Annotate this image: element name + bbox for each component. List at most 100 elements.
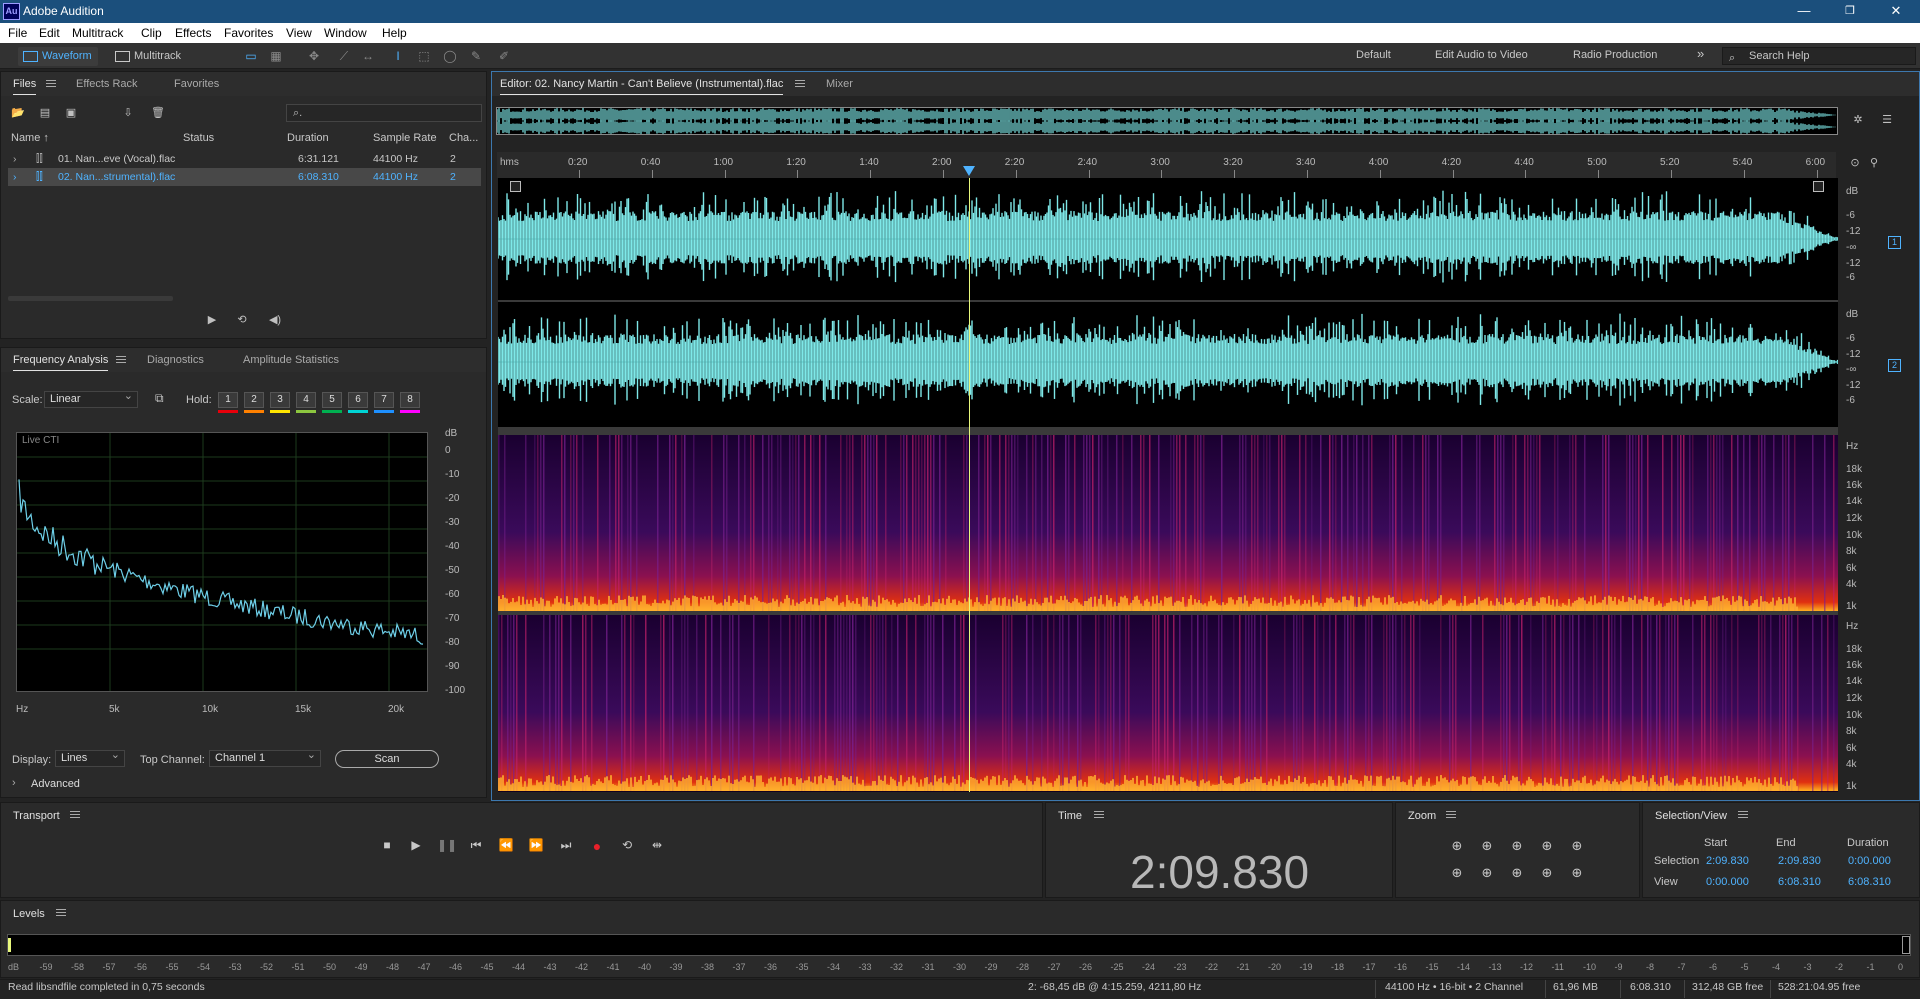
files-scrollbar[interactable] xyxy=(8,296,173,301)
more-workspaces-button[interactable]: » xyxy=(1697,46,1704,61)
spectral-bass xyxy=(706,599,708,611)
move-tool-icon[interactable]: ✥ xyxy=(306,49,322,63)
close-button[interactable]: ✕ xyxy=(1873,0,1919,23)
play-preview-icon[interactable]: ▶ xyxy=(205,314,219,326)
lasso-tool-icon[interactable]: ◯ xyxy=(442,49,458,63)
panel-menu-icon[interactable] xyxy=(46,80,56,87)
spectral-bass xyxy=(926,777,928,791)
hud-icon[interactable] xyxy=(1813,181,1824,192)
slip-tool-icon[interactable]: ↔ xyxy=(360,49,376,63)
display-dropdown[interactable]: Lines xyxy=(55,748,125,767)
menu-file[interactable]: File xyxy=(8,26,27,40)
panel-menu-icon[interactable] xyxy=(116,356,126,363)
spectral-bass xyxy=(862,596,864,611)
tab-editor[interactable]: Editor: 02. Nancy Martin - Can't Believe… xyxy=(500,78,784,95)
restore-button[interactable]: ❐ xyxy=(1827,0,1873,23)
menu-effects[interactable]: Effects xyxy=(175,26,211,40)
spectral-bass xyxy=(622,599,624,611)
minimize-button[interactable]: — xyxy=(1781,0,1827,23)
spectral-stripe xyxy=(696,615,698,791)
menu-multitrack[interactable]: Multitrack xyxy=(72,26,123,40)
delete-file-icon[interactable]: 🗑 xyxy=(151,107,165,119)
import-file-icon[interactable]: ▤ xyxy=(38,107,52,119)
waveform-view-icon[interactable]: ▭ xyxy=(243,49,259,63)
menu-clip[interactable]: Clip xyxy=(141,26,162,40)
tab-files[interactable]: Files xyxy=(13,78,37,95)
col-channels[interactable]: Cha... xyxy=(449,132,478,144)
menu-help[interactable]: Help xyxy=(382,26,407,40)
channel-2-badge[interactable]: 2 xyxy=(1888,359,1901,372)
snap-marker-icon[interactable]: ⚲ xyxy=(1867,157,1881,169)
advanced-chevron-icon[interactable]: › xyxy=(12,777,16,789)
autoplay-icon[interactable]: ◀) xyxy=(265,314,285,326)
search-help-input[interactable]: ⌕ Search Help xyxy=(1722,47,1916,65)
col-name[interactable]: Name ↑ xyxy=(11,132,49,144)
workspace-edit-audio-video[interactable]: Edit Audio to Video xyxy=(1435,49,1528,61)
scale-dropdown[interactable]: Linear xyxy=(44,389,138,408)
insert-into-multitrack-icon[interactable]: ⇩ xyxy=(121,107,135,119)
hold-button-5[interactable]: 5 xyxy=(322,392,342,408)
workspace-radio-production[interactable]: Radio Production xyxy=(1573,49,1657,61)
menu-window[interactable]: Window xyxy=(324,26,367,40)
spot-healing-tool-icon[interactable]: ✐ xyxy=(496,49,512,63)
db-scale-label: -∞ xyxy=(1846,364,1857,375)
top-channel-dropdown[interactable]: Channel 1 xyxy=(209,748,321,767)
file-row[interactable]: › ⫿⫿ 02. Nan...strumental).flac 6:08.310… xyxy=(8,168,481,186)
spectral-bass xyxy=(890,604,892,611)
advanced-toggle[interactable]: Advanced xyxy=(31,778,80,790)
tab-amplitude-statistics[interactable]: Amplitude Statistics xyxy=(243,354,339,366)
waveform-overview[interactable] xyxy=(496,107,1838,135)
open-file-icon[interactable]: 📂 xyxy=(11,107,25,119)
col-status[interactable]: Status xyxy=(183,132,214,144)
tab-frequency-analysis[interactable]: Frequency Analysis xyxy=(13,354,109,371)
hold-button-3[interactable]: 3 xyxy=(270,392,290,408)
spectral-display[interactable] xyxy=(498,435,1838,792)
hud-icon[interactable] xyxy=(510,181,521,192)
brush-tool-icon[interactable]: ✎ xyxy=(468,49,484,63)
expand-chevron-icon[interactable]: › xyxy=(13,153,17,165)
hold-button-1[interactable]: 1 xyxy=(218,392,238,408)
view-splitter[interactable] xyxy=(498,427,1838,435)
waveform-mode-button[interactable]: Waveform xyxy=(18,47,98,66)
tab-favorites[interactable]: Favorites xyxy=(174,78,219,90)
hold-button-2[interactable]: 2 xyxy=(244,392,264,408)
spectral-view-icon[interactable]: ▦ xyxy=(268,49,284,63)
col-duration[interactable]: Duration xyxy=(287,132,329,144)
zoom-navigator-icon[interactable]: ✲ xyxy=(1851,114,1865,126)
menu-edit[interactable]: Edit xyxy=(39,26,60,40)
workspace-default[interactable]: Default xyxy=(1356,49,1391,61)
scan-button[interactable]: Scan xyxy=(335,750,439,768)
new-file-icon[interactable]: ▣ xyxy=(64,107,78,119)
time-selection-tool-icon[interactable]: I xyxy=(390,49,406,63)
expand-chevron-icon[interactable]: › xyxy=(13,171,17,183)
files-search-input[interactable]: ⌕. xyxy=(286,104,482,122)
spectral-stripe xyxy=(1572,435,1574,611)
editor-menu-icon[interactable]: ☰ xyxy=(1880,114,1894,126)
hold-button-7[interactable]: 7 xyxy=(374,392,394,408)
spectral-bass xyxy=(736,600,738,611)
spectral-bass xyxy=(1536,601,1538,611)
scan-selection-icon[interactable]: ⧉ xyxy=(155,391,164,406)
hold-button-6[interactable]: 6 xyxy=(348,392,368,408)
loop-preview-icon[interactable]: ⟲ xyxy=(235,314,249,326)
hold-button-8[interactable]: 8 xyxy=(400,392,420,408)
spectral-bass xyxy=(708,595,710,611)
file-row[interactable]: › ⫿⫿ 01. Nan...eve (Vocal).flac 6:31.121… xyxy=(8,150,481,168)
menu-favorites[interactable]: Favorites xyxy=(224,26,273,40)
waveform-display[interactable] xyxy=(497,178,1839,427)
spectral-bass xyxy=(1568,598,1570,611)
tab-mixer[interactable]: Mixer xyxy=(826,78,853,90)
tab-diagnostics[interactable]: Diagnostics xyxy=(147,354,204,366)
menu-view[interactable]: View xyxy=(286,26,312,40)
timecode-display-icon[interactable]: ⊙ xyxy=(1848,157,1862,169)
razor-tool-icon[interactable]: ⟋ xyxy=(336,49,352,63)
marquee-tool-icon[interactable]: ⬚ xyxy=(416,49,432,63)
col-sample-rate[interactable]: Sample Rate xyxy=(373,132,437,144)
spectral-stripe xyxy=(672,615,674,791)
spectral-bass xyxy=(1206,606,1208,611)
multitrack-mode-button[interactable]: Multitrack xyxy=(110,47,187,66)
hold-button-4[interactable]: 4 xyxy=(296,392,316,408)
channel-1-badge[interactable]: 1 xyxy=(1888,236,1901,249)
tab-effects-rack[interactable]: Effects Rack xyxy=(76,78,138,90)
panel-menu-icon[interactable] xyxy=(795,80,805,87)
